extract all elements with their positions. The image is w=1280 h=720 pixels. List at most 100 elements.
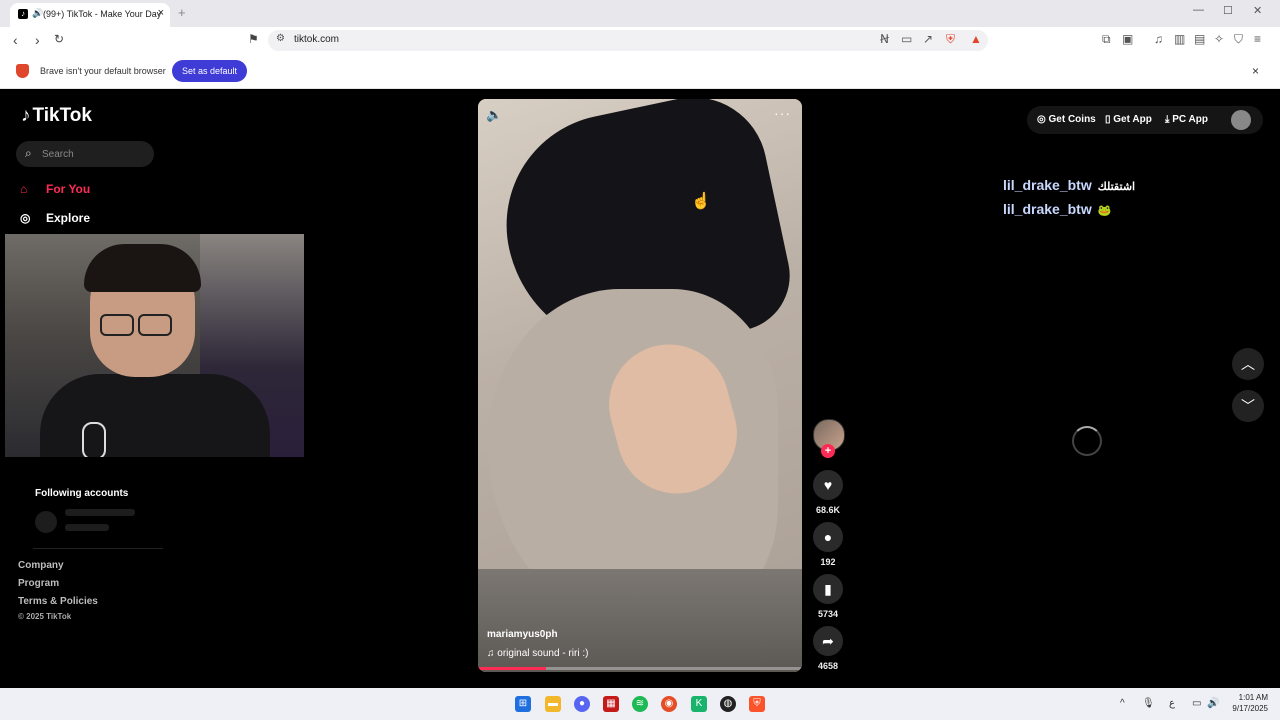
browser-window: ♪ 🔊 (99+) TikTok - Make Your Day × + — ☐… — [0, 0, 1280, 688]
webcam-person-body — [40, 374, 270, 457]
chevron-up-icon: ︿ — [1241, 356, 1255, 372]
tab-title: (99+) TikTok - Make Your Day — [43, 9, 162, 19]
share-button[interactable]: ➦ — [813, 626, 843, 656]
follow-plus-button[interactable]: + — [821, 444, 835, 458]
obs-icon[interactable]: ◍ — [720, 696, 736, 712]
voicemod-icon[interactable]: ▦ — [603, 696, 619, 712]
sidebar-divider — [33, 548, 163, 549]
comment-button[interactable]: ● — [813, 522, 843, 552]
search-input[interactable]: ⌕ Search — [16, 141, 154, 167]
tiktok-logo[interactable]: ♪ TikTok — [21, 105, 92, 127]
search-placeholder: Search — [42, 149, 74, 160]
spotify-icon[interactable]: ≋ — [632, 696, 648, 712]
windows-start-icon[interactable]: ⊞ — [515, 696, 531, 712]
back-icon[interactable]: ‹ — [13, 32, 18, 48]
more-options-icon[interactable]: ··· — [774, 105, 791, 121]
kick-icon[interactable]: K — [691, 696, 707, 712]
overlay-text: 🐸 — [1097, 205, 1112, 217]
tab-manager-icon[interactable]: ▣ — [1122, 32, 1133, 46]
tray-language[interactable]: ع — [1169, 698, 1175, 709]
tray-network-icon[interactable]: ▭ — [1192, 698, 1201, 709]
footer-company-link[interactable]: Company — [18, 560, 64, 571]
pc-app-button[interactable]: ⤓ PC App — [1165, 114, 1208, 125]
footer-program-link[interactable]: Program — [18, 578, 59, 589]
pc-app-label: PC App — [1172, 114, 1208, 125]
nav-for-you[interactable]: ⌂ For You — [20, 182, 90, 196]
cast-icon[interactable]: ▭ — [901, 32, 912, 46]
tiktok-favicon-icon: ♪ — [18, 9, 28, 19]
minimize-button[interactable]: — — [1193, 4, 1204, 16]
tray-chevron-up-icon[interactable]: ^ — [1120, 698, 1125, 709]
nav-label: For You — [46, 182, 91, 196]
chrome-icon[interactable]: ◉ — [661, 696, 677, 712]
tray-volume-icon[interactable]: 🔊 — [1207, 698, 1219, 709]
menu-icon[interactable]: ≡ — [1254, 32, 1261, 46]
search-icon: ⌕ — [25, 146, 32, 160]
discord-icon[interactable]: ● — [574, 696, 590, 712]
logo-text: TikTok — [32, 105, 92, 126]
bookmark-icon[interactable]: ⚑ — [248, 32, 259, 46]
leo-ai-icon[interactable]: ✧ — [1214, 32, 1224, 46]
video-player[interactable]: 🔈 ··· mariamyus0ph ♫ original sound - ri… — [478, 99, 802, 672]
reader-icon[interactable]: Ꞥ — [880, 32, 889, 46]
loading-spinner-icon — [1072, 426, 1102, 456]
profile-avatar[interactable] — [1231, 110, 1251, 130]
brave-taskbar-icon[interactable]: ⛨ — [749, 696, 765, 712]
like-button[interactable]: ♥ — [813, 470, 843, 500]
clock-time: 1:01 AM — [1238, 693, 1268, 702]
hand-cursor-icon: ☝ — [691, 193, 711, 210]
previous-video-button[interactable]: ︿ — [1232, 348, 1264, 380]
webcam-overlay — [5, 234, 304, 457]
volume-icon[interactable]: 🔈 — [486, 107, 502, 123]
get-app-button[interactable]: ▯ Get App — [1105, 114, 1152, 125]
media-icon[interactable]: ♫ — [1154, 32, 1163, 46]
nav-explore[interactable]: ◎ Explore — [20, 211, 90, 225]
brave-logo-icon — [16, 64, 29, 78]
following-accounts-title: Following accounts — [35, 488, 129, 499]
video-progress-bar[interactable] — [478, 667, 802, 670]
url-text: tiktok.com — [294, 34, 340, 45]
maximize-button[interactable]: ☐ — [1223, 4, 1233, 17]
vpn-icon[interactable]: ⛉ — [1234, 32, 1243, 47]
reload-icon[interactable]: ↻ — [54, 32, 64, 46]
overlay-username: lil_drake_btw — [1003, 177, 1092, 193]
windows-taskbar: ⊞ ▬ ● ▦ ≋ ◉ K ◍ ⛨ ^ 🎙 ع ▭ 🔊 1:01 AM 9/17… — [0, 688, 1280, 720]
overlay-comment: lil_drake_btw اشتقتلك — [1003, 177, 1135, 193]
brave-shield-icon[interactable]: ⛨ — [946, 32, 955, 47]
tab-tiktok[interactable]: ♪ 🔊 (99+) TikTok - Make Your Day × — [10, 3, 170, 27]
address-bar[interactable]: ⚙ tiktok.com Ꞥ ▭ ↗ ⛨ ▲ — [268, 30, 988, 51]
next-video-button[interactable]: ﹀ — [1232, 390, 1264, 422]
top-actions: ◎ Get Coins ▯ Get App ⤓ PC App — [1027, 106, 1263, 134]
close-window-button[interactable]: ✕ — [1253, 4, 1262, 17]
video-author[interactable]: mariamyus0ph — [487, 629, 558, 640]
glasses-right — [138, 314, 172, 336]
new-tab-button[interactable]: + — [178, 5, 186, 20]
site-info-icon[interactable]: ⚙ — [276, 33, 285, 44]
tray-mic-icon[interactable]: 🎙 — [1142, 698, 1155, 709]
sidebar-icon[interactable]: ▥ — [1174, 32, 1185, 46]
infobar-close-button[interactable]: × — [1252, 64, 1259, 78]
taskbar-clock[interactable]: 1:01 AM 9/17/2025 — [1224, 692, 1268, 714]
default-browser-infobar: Brave isn't your default browser Set as … — [0, 54, 1280, 89]
comment-count: 192 — [820, 557, 836, 567]
get-coins-button[interactable]: ◎ Get Coins — [1037, 114, 1096, 125]
get-app-label: Get App — [1113, 114, 1152, 125]
comment-icon: ● — [823, 529, 833, 545]
music-note-icon: ♫ — [487, 648, 498, 659]
footer-terms-link[interactable]: Terms & Policies — [18, 596, 98, 607]
set-as-default-button[interactable]: Set as default — [172, 60, 247, 82]
video-progress-fill — [478, 667, 547, 670]
extensions-icon[interactable]: ⧉ — [1102, 32, 1111, 47]
brave-rewards-icon[interactable]: ▲ — [970, 32, 982, 46]
share-icon[interactable]: ↗ — [923, 32, 933, 46]
save-button[interactable]: ▮ — [813, 574, 843, 604]
wallet-icon[interactable]: ▤ — [1194, 32, 1205, 46]
tab-close-button[interactable]: × — [158, 7, 164, 19]
speaker-icon[interactable]: 🔊 — [32, 8, 43, 19]
home-icon: ⌂ — [20, 182, 28, 196]
file-explorer-icon[interactable]: ▬ — [545, 696, 561, 712]
address-toolbar: ‹ › ↻ ⚑ ⚙ tiktok.com Ꞥ ▭ ↗ ⛨ ▲ ⧉ ▣ ♫ ▥ ▤… — [0, 27, 1280, 55]
sound-name: original sound - riri :) — [497, 648, 589, 659]
forward-icon[interactable]: › — [35, 32, 40, 48]
video-sound[interactable]: ♫ original sound - riri :) — [487, 648, 588, 659]
